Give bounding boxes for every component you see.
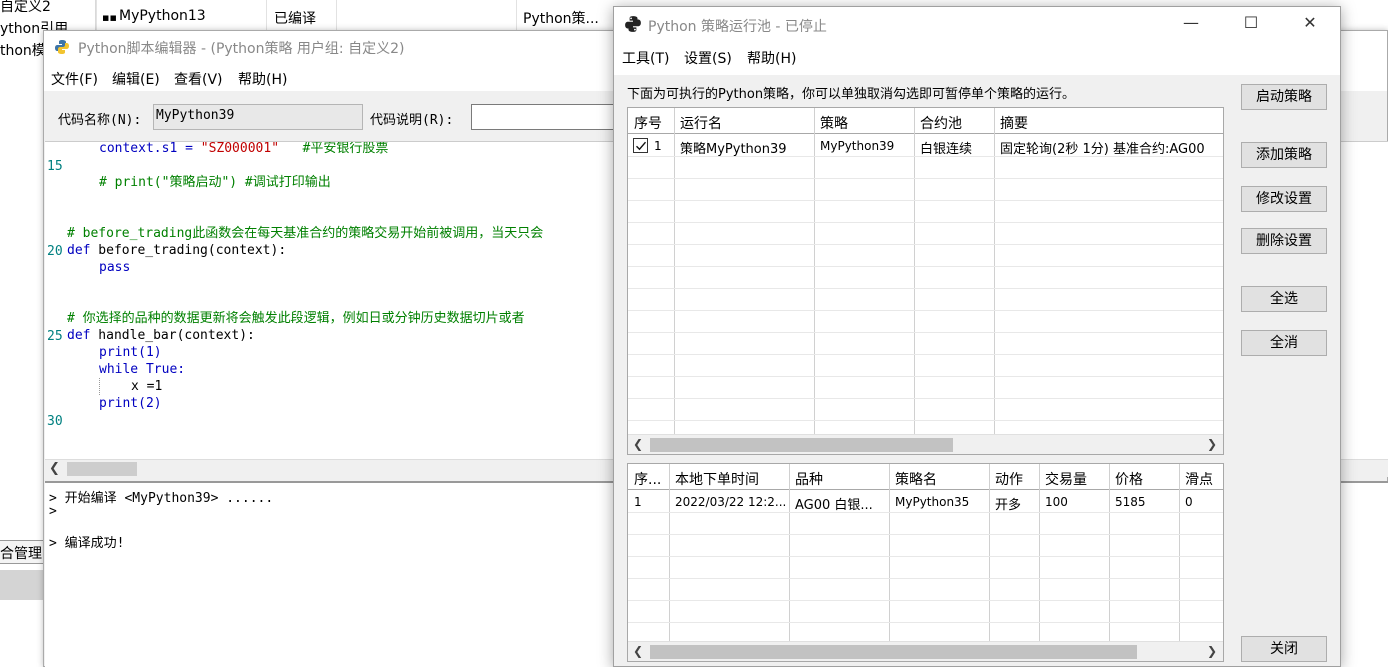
row-index: 1 (654, 139, 662, 153)
menu-edit[interactable]: 编辑(E) (112, 69, 160, 89)
modify-settings-button[interactable]: 修改设置 (1241, 186, 1327, 212)
strategy-table[interactable]: 序号 运行名 策略 合约池 摘要 1 策略MyPython39 MyPython… (627, 107, 1224, 455)
order-strategy: MyPython35 (895, 495, 970, 509)
code-list-name[interactable]: MyPython13 (119, 8, 206, 24)
column-header[interactable]: 序号 (634, 113, 662, 133)
code-line: pass (99, 260, 131, 275)
code-line: print(2) (99, 396, 162, 411)
scroll-left-icon[interactable]: ❮ (49, 461, 60, 476)
python-logo-icon (624, 15, 642, 37)
pool-title: Python 策略运行池 - 已停止 (648, 19, 827, 35)
editor-title: Python脚本编辑器 - (Python策略 用户组: 自定义2) (78, 41, 405, 57)
output-line: > 编译成功! (49, 536, 125, 551)
order-table[interactable]: 序... 本地下单时间 品种 策略名 动作 交易量 价格 滑点 1 2022/0… (627, 463, 1224, 662)
column-header[interactable]: 合约池 (920, 113, 962, 133)
menu-help[interactable]: 帮助(H) (238, 69, 287, 89)
line-number: 30 (47, 414, 63, 429)
column-header[interactable]: 策略名 (895, 469, 937, 489)
menu-help[interactable]: 帮助(H) (747, 48, 796, 68)
tree-item[interactable]: thon模 (0, 40, 46, 60)
background-code-list: ▪▪ MyPython13 已编译 Python策... (96, 0, 616, 30)
code-line: def before_trading(context): (67, 243, 287, 258)
add-strategy-button[interactable]: 添加策略 (1241, 142, 1327, 168)
line-number: 15 (47, 159, 63, 174)
code-line: context.s1 = "SZ000001" #平安银行股票 (99, 141, 389, 156)
order-slippage: 0 (1185, 495, 1193, 509)
code-line: def handle_bar(context): (67, 328, 255, 343)
minimize-icon[interactable]: — (1176, 13, 1206, 35)
scrollbar-thumb[interactable] (650, 438, 953, 452)
order-price: 5185 (1115, 495, 1146, 509)
code-list-status: 已编译 (274, 11, 316, 27)
scroll-right-icon[interactable]: ❯ (1207, 437, 1217, 451)
scroll-left-icon[interactable]: ❮ (633, 437, 643, 451)
column-header[interactable]: 运行名 (680, 113, 722, 133)
column-header[interactable]: 序... (634, 469, 661, 489)
column-header[interactable]: 动作 (995, 469, 1023, 489)
column-header[interactable]: 品种 (795, 469, 823, 489)
row-run-name: 策略MyPython39 (680, 142, 787, 157)
code-name-field[interactable]: MyPython39 (153, 104, 363, 130)
strategy-table-scrollbar[interactable]: ❮ ❯ (628, 434, 1223, 454)
order-symbol: AG00 白银... (795, 498, 873, 513)
code-line: # 你选择的品种的数据更新将会触发此段逻辑，例如日或分钟历史数据切片或者 (67, 311, 525, 326)
scrollbar-thumb[interactable] (67, 462, 137, 476)
row-strategy: MyPython39 (820, 139, 895, 153)
code-file-icon: ▪▪ (102, 11, 117, 24)
menu-view[interactable]: 查看(V) (174, 69, 223, 89)
menu-tools[interactable]: 工具(T) (622, 48, 669, 68)
code-desc-label: 代码说明(R): (370, 113, 454, 128)
order-volume: 100 (1045, 495, 1068, 509)
pool-description: 下面为可执行的Python策略，你可以单独取消勾选即可暂停单个策略的运行。 (627, 87, 1076, 102)
strategy-pool-window: Python 策略运行池 - 已停止 — ☐ ✕ 工具(T) 设置(S) 帮助(… (613, 6, 1341, 667)
indent-guide (99, 378, 100, 395)
delete-settings-button[interactable]: 删除设置 (1241, 228, 1327, 254)
scrollbar-thumb[interactable] (650, 645, 1137, 659)
column-header[interactable]: 策略 (820, 113, 848, 133)
deselect-all-button[interactable]: 全消 (1241, 330, 1327, 356)
maximize-icon[interactable]: ☐ (1236, 13, 1266, 35)
code-line: print(1) (99, 345, 162, 360)
order-action: 开多 (995, 498, 1022, 513)
column-header[interactable]: 交易量 (1045, 469, 1087, 489)
column-header[interactable]: 滑点 (1185, 469, 1213, 489)
select-all-button[interactable]: 全选 (1241, 286, 1327, 312)
code-line: x =1 (131, 379, 163, 394)
order-time: 2022/03/22 12:2... (675, 495, 787, 509)
output-line: > 开始编译 <MyPython39> ...... (49, 491, 274, 506)
code-name-label: 代码名称(N): (58, 113, 142, 128)
column-header[interactable]: 本地下单时间 (675, 469, 759, 489)
row-contract-pool: 白银连续 (920, 142, 973, 157)
menu-file[interactable]: 文件(F) (51, 69, 98, 89)
code-line: # before_trading此函数会在每天基准合约的策略交易开始前被调用，当… (67, 226, 544, 241)
scroll-left-icon[interactable]: ❮ (633, 644, 643, 658)
code-list-strategy: Python策... (523, 11, 599, 27)
code-line: while True: (99, 362, 186, 377)
code-line: # print("策略启动") #调试打印输出 (99, 175, 331, 190)
pool-menubar: 工具(T) 设置(S) 帮助(H) (614, 41, 1340, 75)
pool-titlebar[interactable]: Python 策略运行池 - 已停止 — ☐ ✕ (614, 7, 1340, 41)
order-table-scrollbar[interactable]: ❮ ❯ (628, 641, 1223, 661)
background-tab-label: 合管理 (0, 546, 42, 562)
background-tab[interactable]: 合管理 (0, 540, 44, 564)
column-header[interactable]: 价格 (1115, 469, 1143, 489)
tree-item[interactable]: 自定义2 (0, 0, 51, 16)
order-index: 1 (634, 495, 642, 509)
menu-settings[interactable]: 设置(S) (684, 48, 732, 68)
line-number: 25 (47, 329, 63, 344)
line-number-gutter (45, 142, 65, 459)
line-number: 20 (47, 244, 63, 259)
close-button[interactable]: 关闭 (1241, 636, 1327, 662)
close-icon[interactable]: ✕ (1295, 13, 1325, 35)
background-panel (0, 570, 44, 600)
output-line: > (49, 504, 57, 519)
row-summary: 固定轮询(2秒 1分) 基准合约:AG00 (1000, 142, 1205, 157)
python-logo-icon (54, 39, 70, 59)
column-header[interactable]: 摘要 (1000, 113, 1028, 133)
scroll-right-icon[interactable]: ❯ (1207, 644, 1217, 658)
strategy-enable-checkbox[interactable] (633, 138, 648, 153)
start-strategy-button[interactable]: 启动策略 (1241, 84, 1327, 110)
